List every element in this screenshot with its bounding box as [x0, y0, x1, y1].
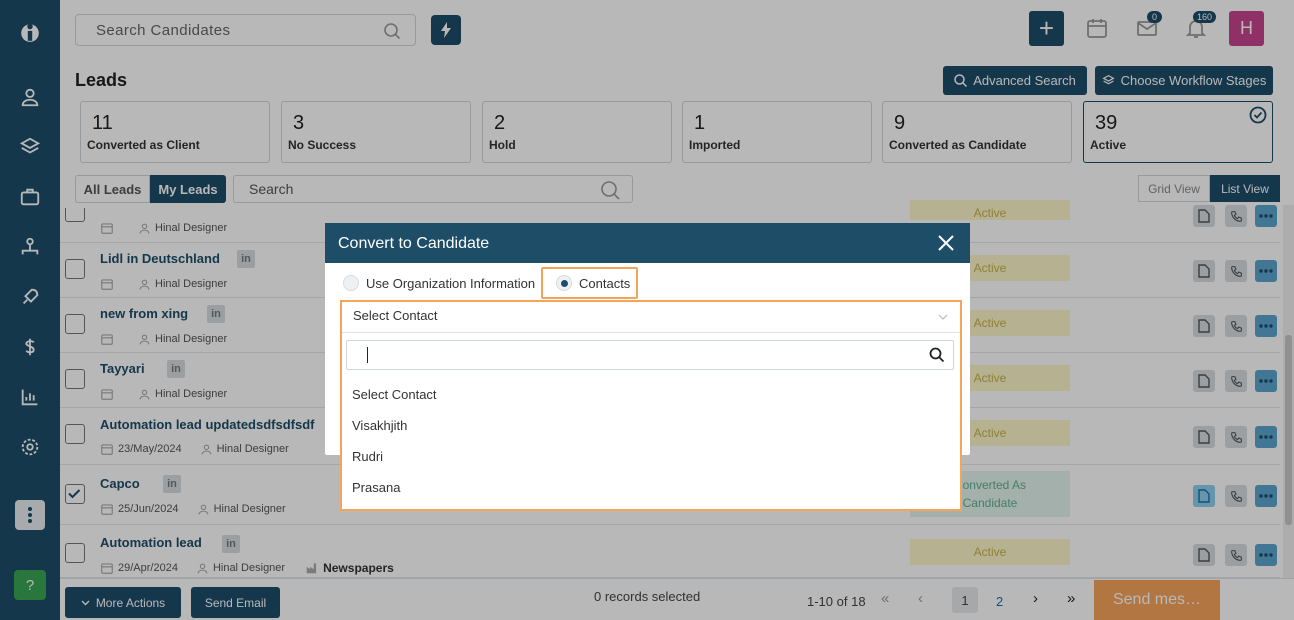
- dropdown-option[interactable]: Visakhjith: [352, 418, 407, 433]
- select-value: Select Contact: [353, 308, 438, 323]
- radio-label: Use Organization Information: [366, 275, 536, 291]
- dialog-title: Convert to Candidate: [338, 235, 490, 252]
- dropdown-option[interactable]: Rudri: [352, 449, 383, 464]
- contact-select-field[interactable]: Select Contact: [342, 302, 960, 333]
- text-caret: [367, 347, 368, 363]
- contact-search-input[interactable]: [346, 340, 954, 370]
- search-icon: [929, 347, 945, 363]
- dropdown-option[interactable]: Prasana: [352, 480, 400, 495]
- radio-use-org-info[interactable]: Use Organization Information: [343, 275, 535, 291]
- dialog-header: Convert to Candidate: [325, 223, 970, 263]
- radio-button[interactable]: [343, 275, 359, 291]
- chevron-down-icon: [938, 314, 948, 320]
- highlight-box: [541, 267, 638, 299]
- contact-select-dropdown[interactable]: Select Contact Select Contact Visakhjith…: [340, 300, 962, 511]
- close-icon[interactable]: [936, 233, 956, 253]
- dropdown-option[interactable]: Select Contact: [352, 387, 437, 402]
